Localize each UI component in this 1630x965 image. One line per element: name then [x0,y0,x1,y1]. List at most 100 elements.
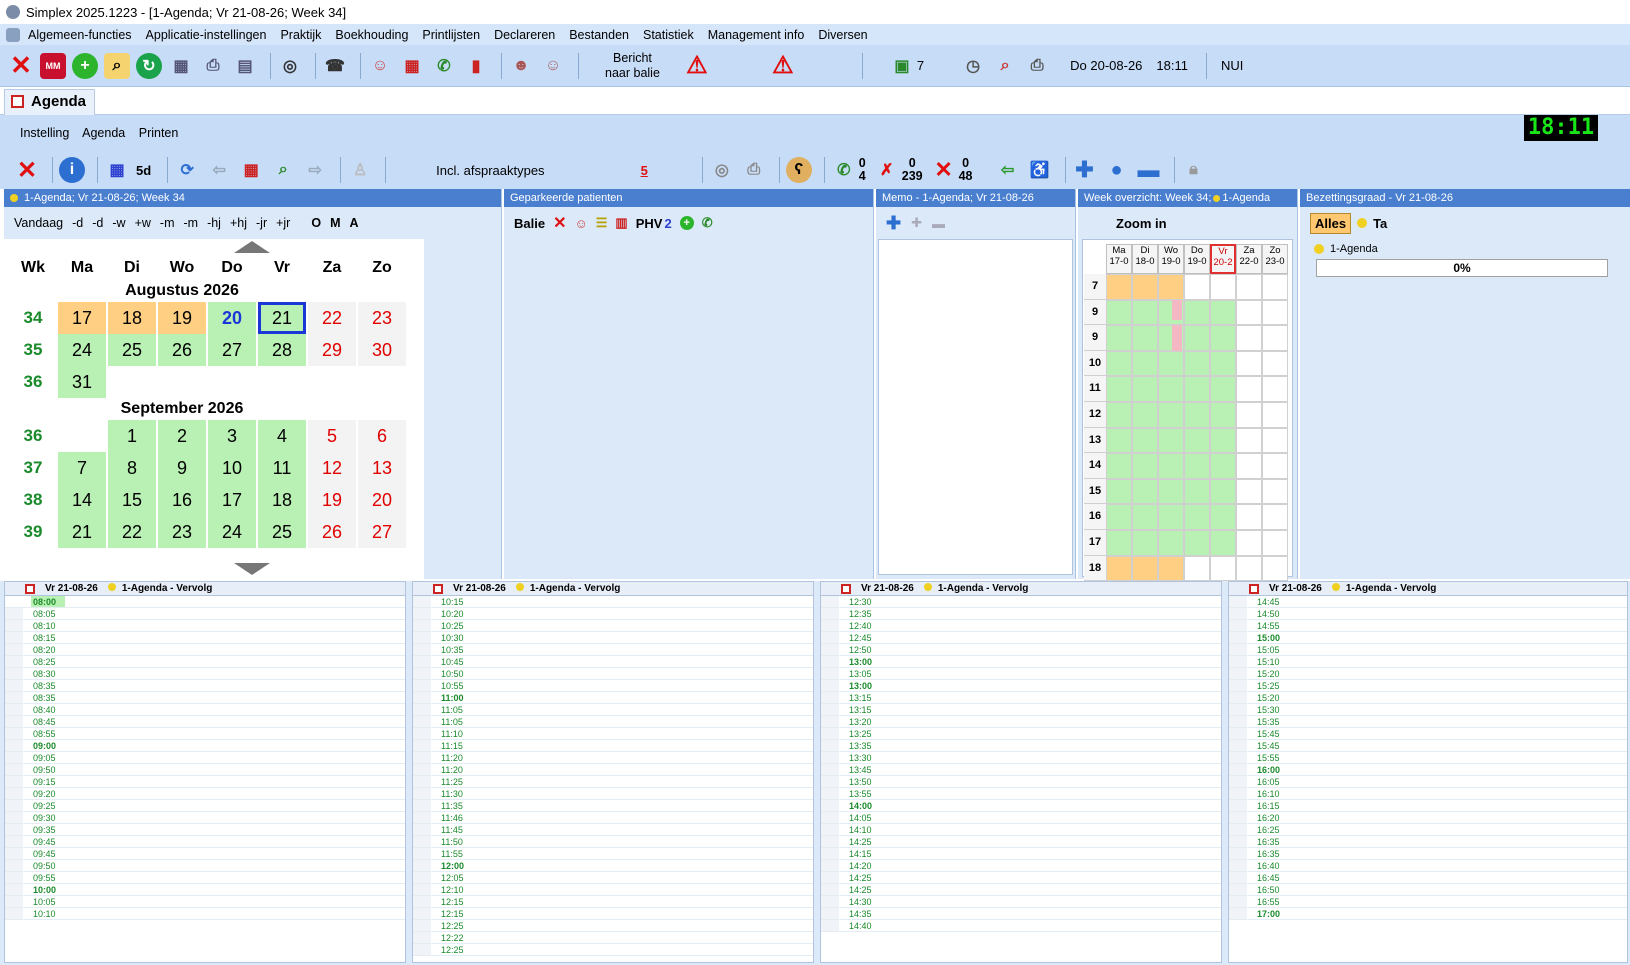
afspraak-count[interactable]: 5 [641,163,648,178]
day-cell[interactable]: 14 [58,484,106,516]
door-icon[interactable]: ▮ [463,53,489,79]
week-slot[interactable] [1262,350,1288,377]
week-slot[interactable] [1236,299,1262,326]
time-slot[interactable]: 10:05 [5,896,405,908]
week-slot[interactable] [1210,350,1236,377]
week-slot[interactable] [1158,504,1184,530]
week-slot[interactable] [1184,555,1210,582]
menu-declareren[interactable]: Declareren [494,28,555,42]
day-cell[interactable]: 5 [308,420,356,452]
time-slot[interactable]: 13:15 [821,704,1221,716]
time-slot[interactable]: 08:20 [5,644,405,656]
day-cell[interactable]: 23 [358,302,406,334]
day-cell[interactable]: 4 [258,420,306,452]
people-icon[interactable]: ☺ [574,216,587,231]
week-slot[interactable] [1262,427,1288,454]
day-cell[interactable]: 27 [208,334,256,366]
week-number[interactable]: 36 [10,420,56,452]
time-slot[interactable]: 11:30 [413,788,813,800]
nav-minus-m[interactable]: -m [160,216,175,230]
week-slot[interactable] [1262,274,1288,300]
time-slot[interactable]: 15:10 [1229,656,1627,668]
week-day-header[interactable]: Do 19-0 [1184,244,1210,274]
list-icon[interactable]: ☰ [596,215,608,231]
time-slot[interactable]: 14:15 [821,848,1221,860]
nav-minus-w[interactable]: -w [112,216,125,230]
time-slot[interactable]: 16:00 [1229,764,1627,776]
week-slot[interactable] [1158,453,1184,479]
time-slot[interactable]: 16:35 [1229,848,1627,860]
day-cell[interactable]: 12 [308,452,356,484]
menu-applicatie[interactable]: Applicatie-instellingen [146,28,267,42]
week-slot[interactable] [1184,299,1210,326]
time-slot[interactable]: 12:30 [821,596,1221,608]
zoom-reset-icon[interactable]: ● [1104,157,1130,183]
time-slot[interactable]: 15:20 [1229,668,1627,680]
week-slot[interactable] [1132,478,1158,505]
cancel-icon[interactable]: ✕ [931,157,957,183]
week-slot[interactable] [1184,402,1210,428]
time-slot[interactable]: 10:25 [413,620,813,632]
week-slot[interactable] [1262,376,1288,402]
nav-vandaag[interactable]: Vandaag [14,216,63,230]
week-slot[interactable] [1158,427,1184,454]
week-slot[interactable] [1236,274,1262,300]
week-slot[interactable] [1262,402,1288,428]
day-cell[interactable]: 7 [58,452,106,484]
day-cell[interactable]: 31 [58,366,106,398]
nav-plus-jr[interactable]: +jr [276,216,290,230]
week-slot[interactable] [1132,325,1158,351]
phv-label[interactable]: PHV [636,216,663,231]
nav-plus-w[interactable]: +w [135,216,151,230]
calendar-icon[interactable]: ▦ [399,53,425,79]
menu-boekhouding[interactable]: Boekhouding [335,28,408,42]
calculator-icon[interactable]: ▦ [168,53,194,79]
submenu-instelling[interactable]: Instelling [20,126,69,140]
menu-bestanden[interactable]: Bestanden [569,28,629,42]
doctor-icon[interactable]: ☻ [508,53,534,79]
week-slot[interactable] [1210,402,1236,428]
time-slot[interactable]: 10:15 [413,596,813,608]
time-slot[interactable]: 16:15 [1229,800,1627,812]
add-icon[interactable]: + [72,52,98,79]
time-slot[interactable]: 12:15 [413,908,813,920]
time-slot[interactable]: 14:45 [1229,596,1627,608]
time-slot[interactable]: 11:35 [413,800,813,812]
week-number[interactable]: 39 [10,516,56,548]
week-slot[interactable] [1158,376,1184,402]
print-icon[interactable]: ⎙ [200,53,226,79]
day-cell[interactable]: 25 [108,334,156,366]
menu-diversen[interactable]: Diversen [818,28,867,42]
time-slot[interactable]: 10:00 [5,884,405,896]
calendar-delete-icon[interactable]: ▦ [238,157,264,183]
week-slot[interactable] [1184,325,1210,351]
time-slot[interactable]: 10:50 [413,668,813,680]
warning-icon-2[interactable]: ⚠ [770,52,796,79]
week-slot[interactable] [1184,350,1210,377]
week-slot[interactable] [1158,402,1184,428]
week-slot[interactable] [1132,274,1158,300]
day-cell[interactable]: 27 [358,516,406,548]
time-slot[interactable]: 13:05 [821,668,1221,680]
wheelchair-icon[interactable]: ♿ [1027,157,1053,183]
week-slot[interactable] [1262,299,1288,326]
week-number[interactable]: 35 [10,334,56,366]
mm-icon[interactable]: MM [40,52,66,79]
day-cell[interactable]: 2 [158,420,206,452]
week-slot[interactable] [1210,376,1236,402]
time-slot[interactable]: 14:25 [821,872,1221,884]
time-slot[interactable]: 15:05 [1229,644,1627,656]
time-slot[interactable]: 11:10 [413,728,813,740]
grid-view-icon[interactable]: ▦ [104,157,130,183]
appointment-marker[interactable] [1172,299,1182,321]
time-slot[interactable]: 08:35 [5,680,405,692]
phone-green-icon[interactable]: ✆ [702,215,713,231]
day-cell-selected[interactable]: 21 [258,302,306,334]
week-slot[interactable] [1184,478,1210,505]
week-slot[interactable] [1132,376,1158,402]
day-cell[interactable]: 17 [208,484,256,516]
time-slot[interactable]: 11:05 [413,704,813,716]
alles-button[interactable]: Alles [1310,212,1352,234]
time-slot[interactable]: 15:20 [1229,692,1627,704]
time-slot[interactable]: 12:05 [413,872,813,884]
